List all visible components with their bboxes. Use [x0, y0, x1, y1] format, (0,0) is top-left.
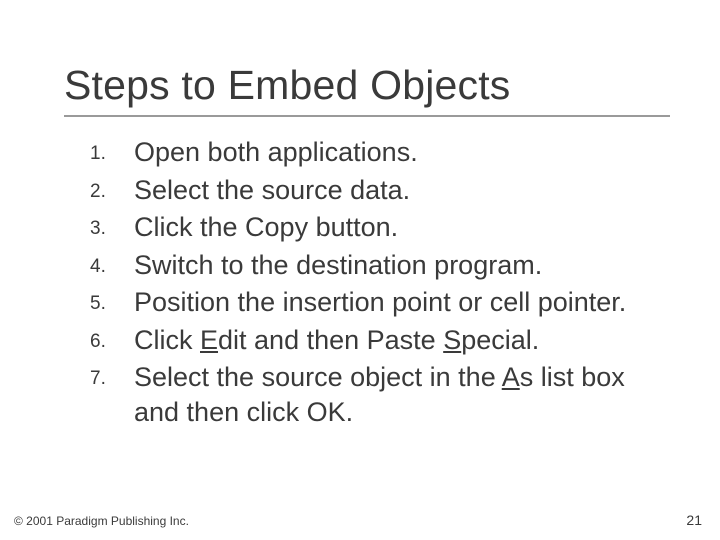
steps-list: Open both applications. Select the sourc…: [64, 135, 670, 429]
slide-title: Steps to Embed Objects: [64, 62, 670, 109]
step-item: Open both applications.: [134, 135, 670, 170]
step-item: Switch to the destination program.: [134, 248, 670, 283]
step-item: Select the source object in the As list …: [134, 360, 670, 429]
step-item: Position the insertion point or cell poi…: [134, 285, 670, 320]
title-divider: [64, 115, 670, 117]
step-item: Click Edit and then Paste Special.: [134, 323, 670, 358]
footer-copyright: © 2001 Paradigm Publishing Inc.: [14, 514, 189, 528]
slide: Steps to Embed Objects Open both applica…: [0, 0, 720, 540]
step-item: Select the source data.: [134, 173, 670, 208]
step-item: Click the Copy button.: [134, 210, 670, 245]
footer-page-number: 21: [686, 512, 702, 528]
